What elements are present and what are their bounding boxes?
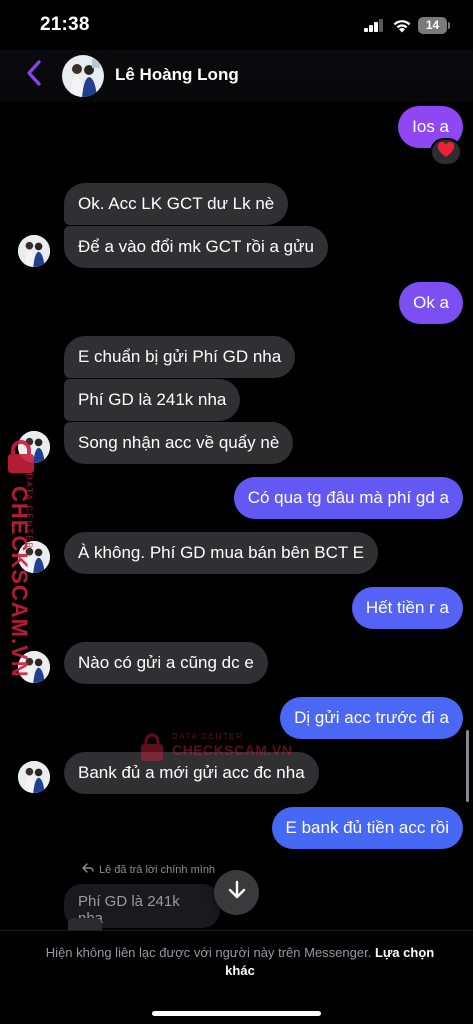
message-incoming[interactable]: E chuẩn bị gửi Phí GD nha	[64, 336, 296, 378]
message-reaction[interactable]	[430, 138, 462, 166]
heart-icon	[437, 141, 455, 163]
message-incoming[interactable]: Để a vào đổi mk GCT rồi a gửu	[64, 226, 328, 268]
message-incoming[interactable]: Phí GD là 241k nha	[64, 379, 241, 421]
reply-arrow-icon	[82, 863, 94, 876]
wifi-icon	[392, 17, 412, 33]
arrow-down-icon	[228, 880, 246, 905]
message-incoming[interactable]: À không. Phí GD mua bán bên BCT E	[64, 532, 379, 574]
status-bar: 21:38 14	[0, 0, 473, 50]
home-indicator[interactable]	[152, 1011, 321, 1016]
message-outgoing[interactable]: E bank đủ tiền acc rồi	[271, 807, 463, 849]
watermark-side: DATA CENTER CHECKSCAM.VN	[2, 440, 52, 678]
scroll-down-button[interactable]	[214, 870, 259, 915]
chevron-left-icon	[26, 59, 42, 91]
reply-note-text: Lê đã trả lời chính mình	[99, 863, 216, 876]
contact-name[interactable]: Lê Hoàng Long	[115, 65, 239, 85]
sender-avatar	[68, 918, 102, 930]
unavailable-notice: Hiện không liên lạc được với người này t…	[40, 944, 440, 980]
scrollbar[interactable]	[466, 730, 469, 802]
message-outgoing[interactable]: Ok a	[399, 282, 463, 324]
watermark-label: DATA CENTER	[172, 732, 244, 741]
message-incoming[interactable]: Nào có gửi a cũng dc e	[64, 642, 268, 684]
sender-avatar[interactable]	[18, 235, 50, 267]
chat-header: Lê Hoàng Long	[0, 50, 473, 102]
battery-indicator: 14	[418, 17, 450, 34]
watermark-brand: CHECKSCAM.VN	[7, 486, 32, 678]
reply-note: Lê đã trả lời chính mình	[82, 863, 215, 876]
signal-icon	[364, 19, 384, 32]
message-incoming[interactable]: Ok. Acc LK GCT dư Lk nè	[64, 183, 289, 225]
contact-avatar[interactable]	[62, 55, 104, 97]
message-outgoing[interactable]: Hết tiền r a	[351, 587, 463, 629]
notice-text: Hiện không liên lạc được với người này t…	[45, 945, 372, 960]
status-time: 21:38	[40, 14, 90, 35]
sender-avatar[interactable]	[18, 761, 50, 793]
back-button[interactable]	[20, 59, 48, 91]
message-outgoing[interactable]: Có qua tg đâu mà phí gd a	[233, 477, 463, 519]
bottom-notice-area: Hiện không liên lạc được với người này t…	[0, 930, 473, 1024]
message-outgoing[interactable]: Dị gửi acc trước đi a	[280, 697, 463, 739]
watermark-brand: CHECKSCAM.VN	[172, 742, 293, 758]
watermark-center: DATA CENTER CHECKSCAM.VN	[140, 730, 300, 770]
message-incoming[interactable]: Song nhận acc về quẩy nè	[64, 422, 294, 464]
